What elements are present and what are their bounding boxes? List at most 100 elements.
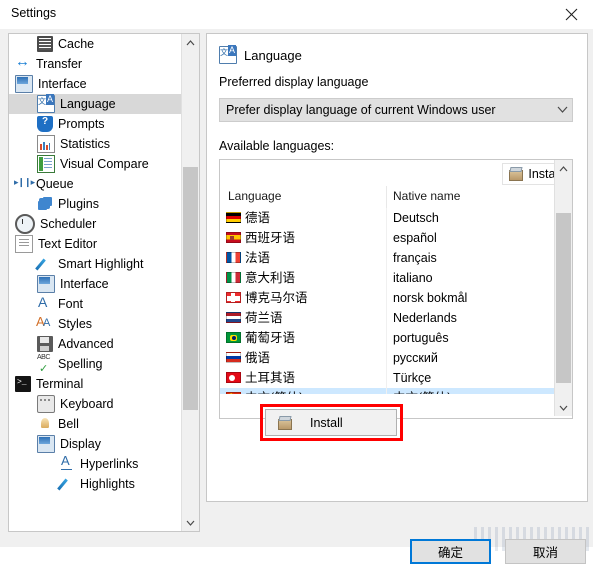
settings-tree[interactable]: Cache Transfer Interface Language Prompts Sta… <box>9 34 181 529</box>
package-icon <box>509 167 524 181</box>
tree-scrollbar[interactable] <box>181 34 199 531</box>
language-name-cell: 德语 <box>245 211 271 225</box>
available-languages-listbox: Install Language Native name 德语 Deutsch 西班… <box>219 159 573 419</box>
sidebar-item-terminal[interactable]: Terminal <box>9 374 181 394</box>
language-name-cell: 西班牙语 <box>245 231 296 245</box>
language-name-cell: 意大利语 <box>245 271 296 285</box>
language-name-cell: 法语 <box>245 251 271 265</box>
sidebar-item-text-editor[interactable]: Text Editor <box>9 234 181 254</box>
table-row[interactable]: 德语 Deutsch <box>220 208 555 228</box>
sidebar-item-interface[interactable]: Interface <box>9 274 181 294</box>
sidebar-item-label: Spelling <box>58 357 103 371</box>
language-icon <box>37 94 55 113</box>
table-row[interactable]: 意大利语 italiano <box>220 268 555 288</box>
flag-icon-nl <box>226 312 241 323</box>
table-row[interactable]: 西班牙语 español <box>220 228 555 248</box>
table-row[interactable]: 中文(简体) 中文(简体) <box>220 388 555 394</box>
sidebar-item-prompts[interactable]: Prompts <box>9 114 181 134</box>
ok-button[interactable]: 确定 <box>410 539 491 564</box>
sidebar-item-label: Statistics <box>60 137 111 151</box>
column-header-native-name[interactable]: Native name <box>393 189 460 203</box>
language-icon <box>219 45 237 64</box>
native-name-cell: français <box>393 251 437 265</box>
cancel-button[interactable]: 取消 <box>505 539 586 564</box>
sidebar-item-plugins[interactable]: Plugins <box>9 194 181 214</box>
chevron-down-icon <box>186 518 195 528</box>
sidebar-item-display[interactable]: Display <box>9 434 181 454</box>
sidebar-item-hyperlinks[interactable]: Hyperlinks <box>9 453 181 474</box>
sidebar-item-label: Interface <box>60 277 109 291</box>
table-row[interactable]: 博克马尔语 norsk bokmål <box>220 288 555 308</box>
list-toolbar: Install <box>220 160 572 187</box>
native-name-cell: 中文(简体) <box>393 388 451 394</box>
sidebar-item-label: Styles <box>58 317 93 331</box>
native-name-cell: español <box>393 231 437 245</box>
sidebar-item-styles[interactable]: Styles <box>9 314 181 334</box>
flag-icon-tr <box>226 372 241 383</box>
chevron-up-icon <box>559 164 568 174</box>
table-row[interactable]: 俄语 русский <box>220 348 555 368</box>
list-column-headers: Language Native name <box>220 186 572 208</box>
language-name-cell: 博克马尔语 <box>245 291 308 305</box>
preferred-language-label: Preferred display language <box>219 75 369 89</box>
tree-scroll-up-button[interactable] <box>182 34 199 51</box>
document-icon <box>15 235 33 253</box>
flag-icon-es <box>226 232 241 243</box>
table-row[interactable]: 荷兰语 Nederlands <box>220 308 555 328</box>
sidebar-item-label: Highlights <box>80 477 135 491</box>
sidebar-item-bell[interactable]: Bell <box>9 414 181 434</box>
pencil-icon <box>37 256 53 272</box>
list-scrollbar[interactable] <box>554 160 572 416</box>
table-row[interactable]: 葡萄牙语 português <box>220 328 555 348</box>
shield-question-icon <box>37 114 53 132</box>
sidebar-item-label: Display <box>60 437 101 451</box>
native-name-cell: português <box>393 331 449 345</box>
sidebar-item-statistics[interactable]: Statistics <box>9 134 181 154</box>
sidebar-item-font[interactable]: Font <box>9 294 181 314</box>
column-header-language[interactable]: Language <box>228 189 281 203</box>
sidebar-item-queue[interactable]: Queue <box>9 174 181 194</box>
sidebar-item-label: Visual Compare <box>60 157 149 171</box>
sidebar-item-scheduler[interactable]: Scheduler <box>9 214 181 234</box>
sidebar-item-interface[interactable]: Interface <box>9 74 181 94</box>
flag-icon-it <box>226 272 241 283</box>
native-name-cell: italiano <box>393 271 433 285</box>
sidebar-item-smart-highlight[interactable]: Smart Highlight <box>9 254 181 274</box>
sidebar-item-language[interactable]: Language <box>9 94 181 114</box>
settings-tree-panel: Cache Transfer Interface Language Prompts Sta… <box>8 33 200 532</box>
flag-icon-no <box>226 292 241 303</box>
monitor-icon <box>15 75 33 93</box>
spelling-icon <box>37 352 53 376</box>
preferred-language-select[interactable]: Prefer display language of current Windo… <box>219 98 573 122</box>
native-name-cell: Türkçe <box>393 371 432 385</box>
native-name-cell: русский <box>393 351 438 365</box>
chevron-down-icon <box>559 403 568 413</box>
language-name-cell: 中文(简体) <box>245 388 303 394</box>
table-row[interactable]: 土耳其语 Türkçe <box>220 368 555 388</box>
sidebar-item-label: Interface <box>38 77 87 91</box>
sidebar-item-label: Plugins <box>58 197 99 211</box>
sidebar-item-label: Text Editor <box>38 237 98 251</box>
list-scroll-thumb[interactable] <box>556 213 571 383</box>
sidebar-item-keyboard[interactable]: Keyboard <box>9 394 181 414</box>
tree-scroll-thumb[interactable] <box>183 167 198 410</box>
sidebar-item-spelling[interactable]: Spelling <box>9 352 181 376</box>
hyperlink-icon <box>59 453 75 472</box>
list-scroll-up-button[interactable] <box>555 160 572 177</box>
sidebar-item-transfer[interactable]: Transfer <box>9 54 181 74</box>
pencil-icon <box>59 476 75 492</box>
native-name-cell: norsk bokmål <box>393 291 468 305</box>
chevron-up-icon <box>186 38 195 48</box>
tree-scroll-down-button[interactable] <box>182 514 199 531</box>
sidebar-item-label: Advanced <box>58 337 114 351</box>
language-rows[interactable]: 德语 Deutsch 西班牙语 español 法语 français 意大利语 italia… <box>220 208 555 394</box>
sidebar-item-visual-compare[interactable]: Visual Compare <box>9 154 181 174</box>
sidebar-item-highlights[interactable]: Highlights <box>9 474 181 494</box>
sidebar-item-cache[interactable]: Cache <box>9 34 181 54</box>
list-scroll-down-button[interactable] <box>555 399 572 416</box>
clock-icon <box>15 214 35 234</box>
close-button[interactable] <box>549 0 593 29</box>
styles-icon <box>36 314 53 332</box>
sidebar-item-advanced[interactable]: Advanced <box>9 334 181 354</box>
table-row[interactable]: 法语 français <box>220 248 555 268</box>
